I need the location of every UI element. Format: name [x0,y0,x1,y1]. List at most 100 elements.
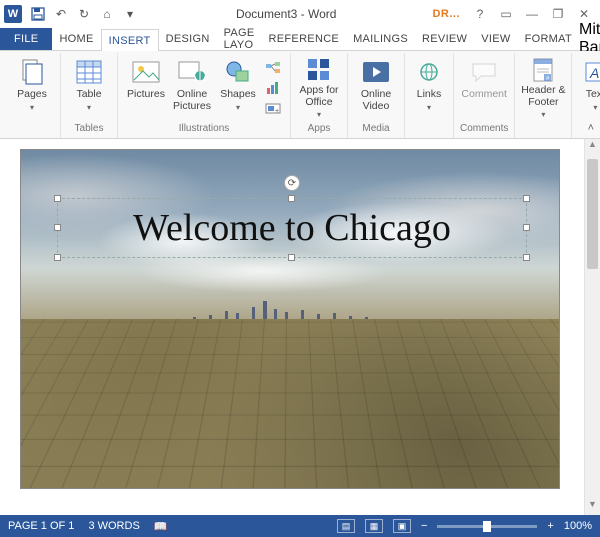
ribbon: Pages ▾ Table ▾ Tables Pictures Online P… [0,51,600,139]
text-box-content: Welcome to Chicago [133,206,451,250]
pages-button[interactable]: Pages ▾ [10,55,54,117]
chart-icon[interactable] [262,79,284,97]
online-pictures-icon [177,57,207,87]
resize-handle-sw[interactable] [54,254,61,261]
header-footer-label: Header & Footer [521,85,565,108]
vertical-scrollbar[interactable]: ▲ ▼ [584,139,600,515]
tab-mailings[interactable]: MAILINGS [346,28,415,50]
table-label: Table [76,89,101,101]
group-links: Links ▾ [405,53,454,138]
chevron-down-icon: ▾ [427,103,431,112]
table-button[interactable]: Table ▾ [67,55,111,117]
word-count[interactable]: 3 WORDS [88,520,139,532]
window-title: Document3 - Word [140,7,432,21]
spellcheck-icon[interactable]: 📖 [154,520,168,533]
apps-for-office-button[interactable]: Apps for Office ▾ [297,55,341,117]
home-icon[interactable]: ⌂ [97,4,117,24]
save-icon[interactable] [28,4,48,24]
comment-label: Comment [461,89,507,101]
comment-button[interactable]: Comment [462,55,506,117]
scroll-down-icon[interactable]: ▼ [585,499,600,515]
chevron-down-icon: ▾ [87,103,91,112]
tab-page-layout[interactable]: PAGE LAYO [217,28,262,50]
chevron-down-icon: ▾ [30,103,34,112]
print-layout-icon[interactable]: ▦ [365,519,383,533]
document-page: Welcome to Chicago ⟳ [20,149,580,489]
text-button[interactable]: A Text ▾ [578,55,600,117]
tab-review[interactable]: REVIEW [415,28,474,50]
pages-icon [17,57,47,87]
online-pictures-label: Online Pictures [173,89,211,112]
group-links-label [428,121,431,136]
svg-text:+: + [275,108,279,115]
group-text: A Text ▾ [572,53,600,138]
repeat-icon[interactable]: ↻ [74,4,94,24]
chevron-down-icon: ▾ [236,103,240,112]
resize-handle-e[interactable] [523,224,530,231]
resize-handle-se[interactable] [523,254,530,261]
tab-references[interactable]: REFERENCE [262,28,347,50]
group-apps-label: Apps [308,121,331,136]
header-footer-icon: # [528,57,558,83]
zoom-level[interactable]: 100% [564,520,592,532]
resize-handle-n[interactable] [288,195,295,202]
group-text-label [594,121,597,136]
shapes-icon [223,57,253,87]
inserted-picture[interactable]: Welcome to Chicago ⟳ [20,149,560,489]
links-button[interactable]: Links ▾ [411,55,447,117]
tab-home[interactable]: HOME [52,28,100,50]
web-layout-icon[interactable]: ▣ [393,519,411,533]
qat-customize-icon[interactable]: ▾ [120,4,140,24]
chevron-down-icon: ▾ [317,110,321,119]
zoom-out-button[interactable]: − [421,520,427,532]
minimize-icon[interactable]: — [520,4,544,24]
restore-icon[interactable]: ❐ [546,4,570,24]
header-footer-button[interactable]: # Header & Footer ▾ [521,55,565,117]
screenshot-icon[interactable]: + [262,99,284,117]
scroll-thumb[interactable] [587,159,598,269]
resize-handle-nw[interactable] [54,195,61,202]
zoom-in-button[interactable]: + [547,520,553,532]
tab-file[interactable]: FILE [0,28,52,50]
collapse-ribbon-icon[interactable]: ˄ [588,122,594,134]
title-bar: W ↶ ↻ ⌂ ▾ Document3 - Word DR... ? ▭ — ❐… [0,0,600,28]
read-mode-icon[interactable]: ▤ [337,519,355,533]
shapes-label: Shapes [220,89,256,101]
group-header-footer: # Header & Footer ▾ [515,53,572,138]
text-box[interactable]: Welcome to Chicago ⟳ [57,198,527,258]
tab-design[interactable]: DESIGN [159,28,217,50]
group-media-label: Media [362,121,389,136]
page-count[interactable]: PAGE 1 OF 1 [8,520,74,532]
pictures-icon [131,57,161,87]
zoom-slider-knob[interactable] [483,521,491,532]
group-pages: Pages ▾ [4,53,61,138]
resize-handle-w[interactable] [54,224,61,231]
group-tables-label: Tables [75,121,104,136]
help-icon[interactable]: ? [468,4,492,24]
word-app-icon: W [4,5,22,23]
illustrations-small-buttons: + [262,55,284,117]
resize-handle-s[interactable] [288,254,295,261]
zoom-slider[interactable] [437,525,537,528]
shapes-button[interactable]: Shapes ▾ [216,55,260,117]
chevron-down-icon: ▾ [593,103,597,112]
rotate-handle-icon[interactable]: ⟳ [284,175,300,191]
resize-handle-ne[interactable] [523,195,530,202]
smartart-icon[interactable] [262,59,284,77]
undo-icon[interactable]: ↶ [51,4,71,24]
tab-format[interactable]: FORMAT [518,28,579,50]
comment-icon [469,57,499,87]
online-pictures-button[interactable]: Online Pictures [170,55,214,117]
status-bar: PAGE 1 OF 1 3 WORDS 📖 ▤ ▦ ▣ − + 100% [0,515,600,537]
pictures-button[interactable]: Pictures [124,55,168,117]
tab-insert[interactable]: INSERT [101,29,159,51]
ribbon-display-options-icon[interactable]: ▭ [494,4,518,24]
online-video-icon [361,57,391,87]
document-canvas[interactable]: Welcome to Chicago ⟳ ▲ ▼ [0,139,600,515]
scroll-up-icon[interactable]: ▲ [585,139,600,155]
online-video-button[interactable]: Online Video [354,55,398,117]
tab-view[interactable]: VIEW [474,28,517,50]
group-illustrations-label: Illustrations [179,121,230,136]
dropbox-badge[interactable]: DR... [432,8,460,20]
links-icon [414,57,444,87]
